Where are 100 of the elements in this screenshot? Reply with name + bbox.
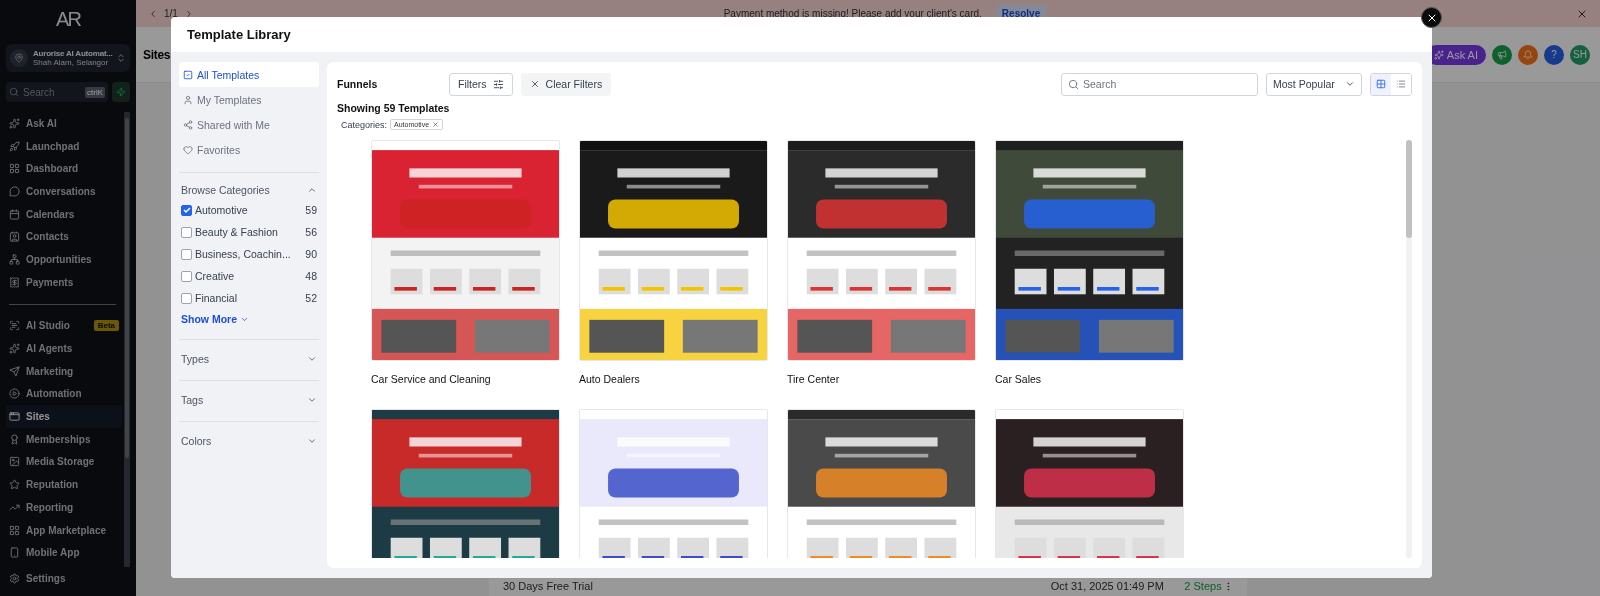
sidebar-item[interactable]: Automation bbox=[6, 382, 122, 406]
filters-button[interactable]: Filters bbox=[449, 72, 513, 96]
category-option[interactable]: Business, Coachin... 90 bbox=[179, 243, 319, 265]
award-icon bbox=[9, 433, 20, 445]
sidebar-item[interactable]: Sites bbox=[6, 405, 122, 428]
nodes-icon bbox=[9, 253, 20, 265]
sidebar-item[interactable]: Opportunities bbox=[6, 248, 122, 271]
dialog-title: Template Library bbox=[186, 26, 292, 44]
sidebar-item[interactable]: Memberships bbox=[6, 427, 122, 451]
heart-icon bbox=[183, 144, 193, 155]
help-button[interactable]: ? bbox=[1544, 44, 1564, 65]
chevron-up-icon bbox=[307, 185, 317, 195]
category-option[interactable]: Automotive 59 bbox=[179, 199, 319, 221]
chevron-left-icon[interactable] bbox=[148, 8, 158, 19]
grid-view-button[interactable] bbox=[1371, 73, 1391, 95]
sort-dropdown[interactable]: Most Popular bbox=[1266, 72, 1362, 96]
template-title: Car Service and Cleaning bbox=[371, 372, 492, 387]
section-header[interactable]: Tags bbox=[179, 391, 319, 409]
sidebar-item[interactable]: Media Storage bbox=[6, 450, 122, 474]
window-icon bbox=[9, 411, 20, 423]
show-more-link[interactable]: Show More bbox=[179, 311, 319, 327]
template-title: Tire Center bbox=[787, 372, 841, 387]
sidebar-item[interactable]: Calendars bbox=[6, 202, 122, 226]
search-icon bbox=[9, 87, 19, 97]
star-icon bbox=[9, 479, 20, 491]
library-nav-item[interactable]: Favorites bbox=[179, 137, 319, 162]
sidebar-item[interactable]: Settings bbox=[6, 567, 130, 590]
checkbox[interactable] bbox=[181, 226, 192, 238]
sidebar-item[interactable]: Payments bbox=[6, 270, 122, 294]
chat-icon bbox=[9, 185, 20, 197]
sparkles-icon bbox=[9, 343, 20, 355]
rocket-icon bbox=[9, 140, 20, 152]
pager-text: 1/1 bbox=[164, 8, 178, 19]
sidebar-item[interactable]: Conversations bbox=[6, 180, 122, 203]
sliders-icon bbox=[492, 78, 504, 90]
section-header[interactable]: Colors bbox=[179, 432, 319, 450]
library-nav-item[interactable]: All Templates bbox=[179, 62, 319, 87]
sidebar-item[interactable]: Reputation bbox=[6, 473, 122, 496]
template-type-label: Funnels bbox=[337, 78, 379, 90]
sparkles-icon bbox=[9, 117, 20, 129]
search-field[interactable]: Search ctrlK bbox=[6, 82, 108, 102]
checkbox[interactable] bbox=[181, 248, 192, 260]
user-avatar[interactable]: SH bbox=[1570, 44, 1590, 65]
scan-icon bbox=[9, 320, 20, 332]
image-icon bbox=[9, 456, 20, 468]
phone-icon bbox=[9, 547, 20, 559]
shortcut-hint: ctrlK bbox=[85, 86, 105, 98]
scrollbar[interactable] bbox=[124, 112, 130, 568]
library-nav-item[interactable]: My Templates bbox=[179, 87, 319, 112]
account-location: Shah Alam, Selangor bbox=[33, 58, 110, 67]
calendar-icon bbox=[9, 208, 20, 220]
bell-icon[interactable] bbox=[1518, 44, 1538, 65]
grid-icon bbox=[1376, 79, 1386, 89]
search-icon bbox=[1068, 78, 1079, 90]
steps-cell: 2 Steps bbox=[1184, 580, 1223, 592]
checkbox[interactable] bbox=[181, 292, 192, 304]
section-header[interactable]: Types bbox=[179, 350, 319, 368]
sidebar-item[interactable]: Ask AI bbox=[6, 112, 122, 135]
user-icon bbox=[183, 94, 193, 105]
chevron-icon bbox=[116, 53, 126, 63]
checkbox[interactable] bbox=[181, 270, 192, 282]
settings-icon bbox=[9, 573, 20, 585]
checkbox[interactable] bbox=[181, 204, 192, 216]
category-option[interactable]: Beauty & Fashion 56 bbox=[179, 221, 319, 243]
alert-message: Payment method is missing! Please add your client's card. bbox=[723, 8, 982, 19]
share-icon bbox=[183, 119, 193, 130]
list-icon bbox=[1396, 79, 1406, 89]
beta-badge: Beta bbox=[93, 320, 119, 332]
grid-icon bbox=[9, 524, 20, 536]
template-title: Auto Dealers bbox=[579, 372, 641, 387]
clear-filters-button[interactable]: Clear Filters bbox=[520, 72, 612, 96]
grid-icon bbox=[9, 163, 20, 175]
sidebar-item[interactable]: Launchpad bbox=[6, 134, 122, 158]
scrollbar[interactable] bbox=[1406, 140, 1412, 558]
sparkles-icon bbox=[1433, 49, 1444, 60]
sidebar-item[interactable]: Marketing bbox=[6, 359, 122, 383]
lightning-button[interactable] bbox=[112, 82, 130, 102]
sidebar-item[interactable]: Reporting bbox=[6, 496, 122, 519]
category-option[interactable]: Creative 48 bbox=[179, 265, 319, 287]
category-option[interactable]: Financial 52 bbox=[179, 287, 319, 309]
section-header[interactable]: Browse Categories bbox=[179, 181, 319, 199]
sidebar-item[interactable]: AI Studio Beta bbox=[6, 314, 122, 338]
sidebar-item[interactable]: Dashboard bbox=[6, 157, 122, 181]
sidebar-item[interactable]: AI Agents bbox=[6, 337, 122, 360]
filter-label: Categories: bbox=[341, 119, 388, 130]
play-circle-icon bbox=[9, 388, 20, 400]
library-nav-item[interactable]: Shared with Me bbox=[179, 112, 319, 137]
sidebar-item[interactable]: Contacts bbox=[6, 225, 122, 249]
account-switcher[interactable]: Aurorise AI Automat... Shah Alam, Selangor bbox=[6, 44, 130, 72]
sidebar-item[interactable]: App Marketplace bbox=[6, 518, 122, 542]
chevron-down-icon bbox=[307, 354, 317, 364]
megaphone-icon[interactable] bbox=[1492, 44, 1512, 65]
contact-card-icon bbox=[9, 231, 20, 243]
location-icon bbox=[10, 49, 28, 67]
chevron-down-icon bbox=[1345, 79, 1355, 89]
send-icon bbox=[9, 365, 20, 377]
sidebar-item[interactable]: Mobile App bbox=[6, 541, 122, 565]
template-title: Car Sales bbox=[995, 372, 1043, 387]
receipt-icon bbox=[9, 276, 20, 288]
search-field[interactable]: Search bbox=[1061, 72, 1258, 96]
